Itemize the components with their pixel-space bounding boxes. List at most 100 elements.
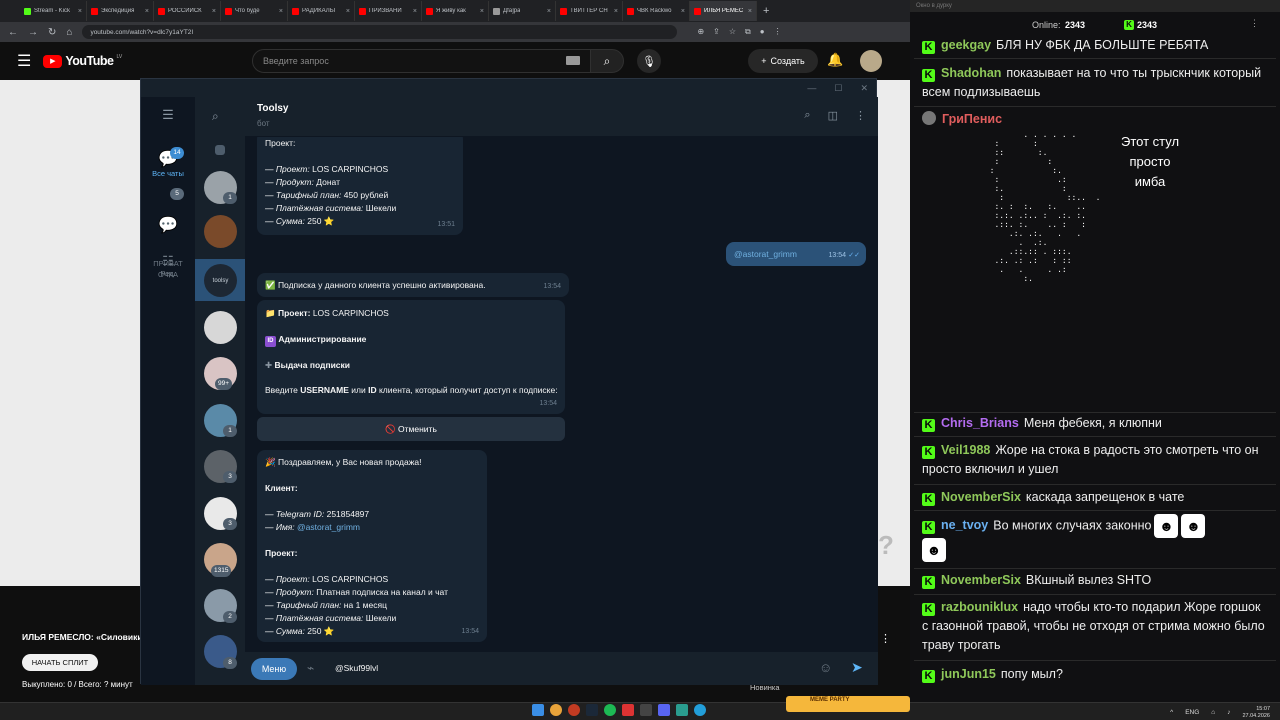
address-bar: ← → ↻ ⌂ youtube.com/watch?v=dlc7y1aYT2I … xyxy=(0,22,910,42)
opera-icon[interactable] xyxy=(568,704,580,716)
spotify-icon[interactable] xyxy=(604,704,616,716)
forward-icon[interactable]: → xyxy=(28,27,38,38)
steam-icon[interactable] xyxy=(586,704,598,716)
browser-tab[interactable]: Stream - Kick × xyxy=(20,1,87,21)
tab-close-icon[interactable]: × xyxy=(681,8,685,15)
tab-close-icon[interactable]: × xyxy=(748,8,752,15)
more-icon[interactable]: ⋮ xyxy=(880,632,891,645)
search-icon[interactable]: ⌕ xyxy=(804,109,810,122)
message-mention[interactable]: @astorat_grimm xyxy=(734,249,797,259)
tab-favicon-icon xyxy=(158,7,165,15)
send-icon[interactable]: ➤ xyxy=(851,659,863,676)
start-icon[interactable] xyxy=(532,704,544,716)
outgoing-message: @astorat_grimm 13:54 ✓✓ xyxy=(726,242,866,266)
bell-icon[interactable]: 🔔 xyxy=(827,52,843,68)
chat-item-avatar[interactable] xyxy=(204,311,237,344)
app-icon[interactable] xyxy=(676,704,688,716)
browser-tab[interactable]: ИЛЬЯ РЕМЕС × xyxy=(690,1,757,21)
cancel-button[interactable]: 🚫 Отменить xyxy=(257,417,565,441)
chat-username[interactable]: junJun15 xyxy=(941,667,996,681)
attach-icon[interactable]: ⌁ xyxy=(307,661,314,675)
obs-icon[interactable] xyxy=(640,704,652,716)
emoji-icon[interactable]: ☺ xyxy=(819,660,832,675)
chat-item-avatar[interactable] xyxy=(204,215,237,248)
hamburger-icon[interactable]: ☰ xyxy=(141,107,195,123)
chat-username[interactable]: Chris_Brians xyxy=(941,416,1019,430)
back-icon[interactable]: ← xyxy=(8,27,18,38)
url-input[interactable]: youtube.com/watch?v=dlc7y1aYT2I xyxy=(82,25,678,39)
minimize-icon[interactable]: — xyxy=(807,83,816,93)
browser-tab[interactable]: Что буде × xyxy=(221,1,288,21)
tab-close-icon[interactable]: × xyxy=(480,8,484,15)
search-button[interactable]: ⌕ xyxy=(590,49,624,73)
mic-button[interactable]: 🎙 xyxy=(637,49,661,73)
home-icon[interactable]: ⌂ xyxy=(66,27,72,38)
browser-tab[interactable]: ПРИЗВАНИ × xyxy=(355,1,422,21)
profile-icon[interactable]: ● xyxy=(760,27,765,37)
browser-tab[interactable]: РОССИЙСК × xyxy=(154,1,221,21)
browser-tab[interactable]: Я живу как × xyxy=(422,1,489,21)
chat-item-avatar[interactable]: toolsy xyxy=(204,264,237,297)
search-input[interactable]: Введите запрос xyxy=(252,49,592,73)
tab-close-icon[interactable]: × xyxy=(145,8,149,15)
zoom-icon[interactable]: ⊕ xyxy=(697,27,704,37)
tab-close-icon[interactable]: × xyxy=(547,8,551,15)
close-icon[interactable]: ✕ xyxy=(860,83,868,94)
tab-close-icon[interactable]: × xyxy=(346,8,350,15)
avatar[interactable] xyxy=(860,50,882,72)
chat-username[interactable]: Shadohan xyxy=(941,66,1001,80)
telegram-icon[interactable] xyxy=(694,704,706,716)
reload-icon[interactable]: ↻ xyxy=(48,27,56,38)
new-tab-icon[interactable]: + xyxy=(763,5,769,17)
chat-username[interactable]: ГриПенис xyxy=(942,112,1002,126)
message-input[interactable]: @Skuf99lvl xyxy=(335,663,378,673)
create-button[interactable]: + Создать xyxy=(748,49,818,73)
maximize-icon[interactable]: ☐ xyxy=(834,83,842,94)
language-indicator[interactable]: ENG xyxy=(1185,709,1199,716)
chat-username[interactable]: razbouniklux xyxy=(941,600,1018,614)
search-icon[interactable]: ⌕ xyxy=(212,109,219,124)
menu-icon[interactable]: ⋮ xyxy=(774,27,782,37)
chat-username[interactable]: Veil1988 xyxy=(941,443,990,457)
browser-tab[interactable]: ЧВК Rackwo × xyxy=(623,1,690,21)
chat-username[interactable]: geekgay xyxy=(941,38,991,52)
more-icon[interactable]: ⋮ xyxy=(855,109,866,122)
line-value: на 1 месяц xyxy=(343,600,387,610)
tab-close-icon[interactable]: × xyxy=(78,8,82,15)
chat-title[interactable]: Toolsy xyxy=(257,103,288,114)
bot-menu-button[interactable]: Меню xyxy=(251,658,297,680)
tab-close-icon[interactable]: × xyxy=(279,8,283,15)
network-icon[interactable]: ⌂ xyxy=(1211,709,1215,716)
extensions-icon[interactable]: ⧉ xyxy=(745,27,751,37)
archive-icon[interactable] xyxy=(215,145,225,155)
share-icon[interactable]: ⇪ xyxy=(713,27,720,37)
tab-close-icon[interactable]: × xyxy=(614,8,618,15)
app-icon[interactable] xyxy=(622,704,634,716)
viewer-count: 2343 xyxy=(1137,20,1158,30)
keyboard-icon[interactable] xyxy=(566,56,580,65)
discord-icon[interactable] xyxy=(658,704,670,716)
youtube-logo[interactable]: ▶ YouTube LV xyxy=(43,54,122,68)
clock[interactable]: 15:07 27.04.2026 xyxy=(1242,706,1270,719)
browser-tab[interactable]: Экспедиция × xyxy=(87,1,154,21)
browser-tab[interactable]: РАДИКАЛЫ × xyxy=(288,1,355,21)
hamburger-icon[interactable]: ☰ xyxy=(17,51,31,71)
more-icon[interactable]: ⋮ xyxy=(1250,18,1259,29)
client-mention[interactable]: @astorat_grimm xyxy=(297,522,360,532)
start-split-button[interactable]: НАЧАТЬ СПЛИТ xyxy=(22,654,98,671)
volume-icon[interactable]: ♪ xyxy=(1227,709,1230,716)
tab-close-icon[interactable]: × xyxy=(413,8,417,15)
browser-tab[interactable]: Дfа]ра × xyxy=(489,1,556,21)
sidebar-toggle-icon[interactable]: ◫ xyxy=(828,109,838,122)
chat-username[interactable]: ne_tvoy xyxy=(941,518,988,532)
folder-edit[interactable]: ☷ Ред. xyxy=(141,253,195,278)
chevron-up-icon[interactable]: ^ xyxy=(1170,709,1173,716)
chat-username[interactable]: NovemberSix xyxy=(941,490,1021,504)
chat-username[interactable]: NovemberSix xyxy=(941,573,1021,587)
tab-close-icon[interactable]: × xyxy=(212,8,216,15)
folder-all-chats[interactable]: 💬 Все чаты 14 xyxy=(141,147,195,178)
chrome-icon[interactable] xyxy=(550,704,562,716)
star-icon[interactable]: ☆ xyxy=(729,27,736,37)
browser-tab[interactable]: ТВИТТЕР СН × xyxy=(556,1,623,21)
game-overlay-widget[interactable]: MEME PARTY xyxy=(786,696,910,712)
